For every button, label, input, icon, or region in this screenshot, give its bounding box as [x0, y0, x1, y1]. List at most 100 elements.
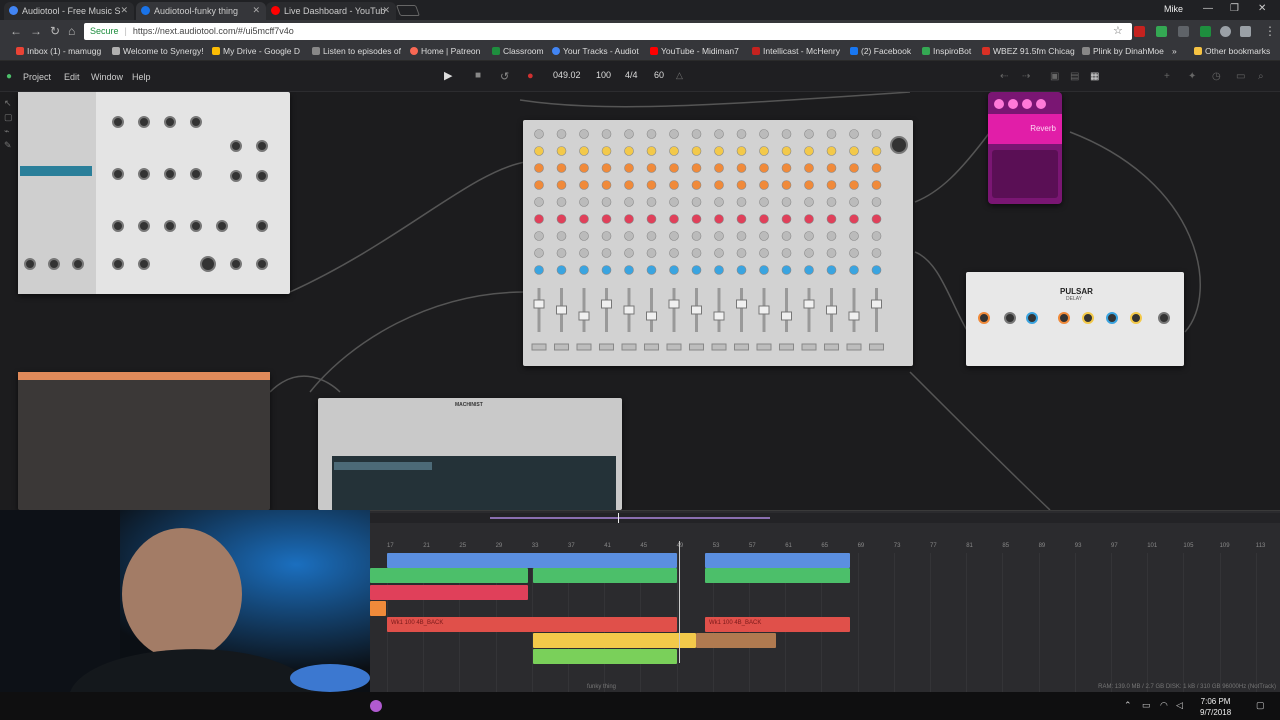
mixer-knob[interactable]	[691, 231, 702, 241]
mixer-knob[interactable]	[736, 248, 747, 258]
mixer-knob[interactable]	[849, 231, 859, 241]
mixer-knob[interactable]	[691, 146, 702, 156]
bookmark-item[interactable]: My Drive - Google D	[212, 46, 300, 56]
mixer-knob[interactable]	[781, 180, 792, 190]
mixer-knob[interactable]	[669, 248, 679, 258]
mixer-knob[interactable]	[624, 248, 634, 258]
playhead[interactable]	[679, 541, 680, 663]
mixer-knob[interactable]	[871, 248, 882, 258]
channel-fader[interactable]	[803, 299, 815, 309]
clip-audio[interactable]: Wk1 100 4B_BACK	[387, 617, 677, 632]
channel-fader[interactable]	[668, 299, 680, 309]
mixer-knob[interactable]	[646, 265, 657, 275]
taskbar-clock[interactable]: 7:06 PM 9/7/2018	[1200, 696, 1231, 718]
knob[interactable]	[190, 116, 202, 128]
mixer-knob[interactable]	[601, 248, 612, 258]
knob[interactable]	[138, 258, 150, 270]
mixer-knob[interactable]	[624, 231, 634, 241]
pulsar-delay-device[interactable]: PULSAR DELAY	[966, 272, 1184, 366]
bookmark-item[interactable]: YouTube - Midiman7	[650, 46, 739, 56]
knob[interactable]	[48, 258, 60, 270]
grid-view-icon[interactable]: ▦	[1090, 71, 1100, 82]
mixer-knob[interactable]	[759, 163, 769, 173]
mute-button[interactable]	[711, 343, 727, 351]
user-name[interactable]: Mike	[1164, 4, 1183, 14]
bar-ruler[interactable]: 1721252933374145495357616569737781858993…	[370, 541, 1280, 553]
mixer-knob[interactable]	[759, 231, 769, 241]
extension-icon[interactable]	[1220, 26, 1231, 37]
clip-yellow[interactable]	[533, 633, 696, 648]
mixer-knob[interactable]	[871, 146, 882, 156]
mixer-knob[interactable]	[556, 214, 567, 224]
mixer-knob[interactable]	[781, 265, 792, 275]
extension-icon[interactable]	[1178, 26, 1189, 37]
mute-button[interactable]	[531, 343, 547, 351]
mixer-knob[interactable]	[759, 248, 769, 258]
mute-button[interactable]	[734, 343, 749, 351]
undo-icon[interactable]: ⇠	[1000, 71, 1010, 82]
bookmark-item[interactable]: Your Tracks - Audiot	[552, 46, 639, 56]
knob[interactable]	[138, 116, 150, 128]
mixer-knob[interactable]	[826, 163, 837, 173]
mixer-knob[interactable]	[759, 180, 769, 190]
mixer-knob[interactable]	[714, 129, 724, 139]
mixer-knob[interactable]	[624, 265, 634, 275]
mixer-knob[interactable]	[601, 197, 612, 207]
other-bookmarks[interactable]: Other bookmarks	[1194, 46, 1270, 56]
reverb-pedal[interactable]: Reverb	[988, 92, 1062, 204]
mixer-knob[interactable]	[736, 163, 747, 173]
channel-fader[interactable]	[556, 305, 567, 315]
device-desktop[interactable]: ↖ ▢ ⌁ ✎ Reverb PULSAR DELAY MACHINIST	[0, 92, 1280, 510]
knob[interactable]	[230, 170, 242, 182]
mixer-knob[interactable]	[691, 197, 702, 207]
mixer-knob[interactable]	[871, 197, 882, 207]
bookmark-item[interactable]: Listen to episodes of	[312, 46, 401, 56]
knob[interactable]	[1082, 312, 1094, 324]
mixer-knob[interactable]	[669, 146, 679, 156]
mixer-knob[interactable]	[736, 214, 747, 224]
mixer-knob[interactable]	[624, 180, 634, 190]
bookmark-item[interactable]: WBEZ 91.5fm Chicag	[982, 46, 1075, 56]
mixer-knob[interactable]	[669, 163, 679, 173]
mixer-knob[interactable]	[849, 214, 859, 224]
channel-fader[interactable]	[533, 299, 545, 309]
mixer-knob[interactable]	[556, 248, 567, 258]
timeline-overview[interactable]	[370, 513, 1280, 523]
mixer-knob[interactable]	[646, 180, 657, 190]
home-icon[interactable]: ⌂	[68, 24, 75, 38]
knob[interactable]	[1130, 312, 1142, 324]
knob[interactable]	[230, 258, 242, 270]
knob[interactable]	[216, 220, 228, 232]
mixer-knob[interactable]	[759, 197, 769, 207]
channel-fader[interactable]	[713, 311, 725, 321]
channel-fader[interactable]	[601, 299, 612, 309]
mixer-knob[interactable]	[646, 146, 657, 156]
mixer-knob[interactable]	[624, 214, 634, 224]
mixer-knob[interactable]	[736, 180, 747, 190]
clip-automation[interactable]	[533, 649, 677, 664]
mixer-knob[interactable]	[646, 214, 657, 224]
loop-icon[interactable]: ↺	[500, 70, 509, 83]
mixer-knob[interactable]	[669, 265, 679, 275]
search-icon[interactable]: ⌕	[1258, 71, 1268, 82]
mute-button[interactable]	[576, 343, 592, 351]
mixer-knob[interactable]	[804, 129, 814, 139]
knob[interactable]	[1158, 312, 1170, 324]
mixer-knob[interactable]	[601, 146, 612, 156]
extension-icon[interactable]	[1200, 26, 1211, 37]
mixer-knob[interactable]	[646, 248, 657, 258]
clip-audio[interactable]: Wk1 100 4B_BACK	[705, 617, 850, 632]
clip-blue[interactable]	[387, 553, 677, 568]
close-icon[interactable]: ✕	[382, 5, 390, 16]
mixer-knob[interactable]	[579, 231, 589, 241]
knob[interactable]	[164, 220, 176, 232]
mixer-knob[interactable]	[714, 146, 724, 156]
extension-icon[interactable]	[1240, 26, 1251, 37]
tempo-readout[interactable]: 100	[596, 70, 611, 80]
notifications-icon[interactable]: ▢	[1256, 700, 1265, 711]
mixer-knob[interactable]	[579, 146, 589, 156]
channel-fader[interactable]	[826, 305, 837, 315]
knob[interactable]	[138, 168, 150, 180]
mixer-knob[interactable]	[624, 146, 634, 156]
signature-readout[interactable]: 4/4	[625, 70, 638, 80]
